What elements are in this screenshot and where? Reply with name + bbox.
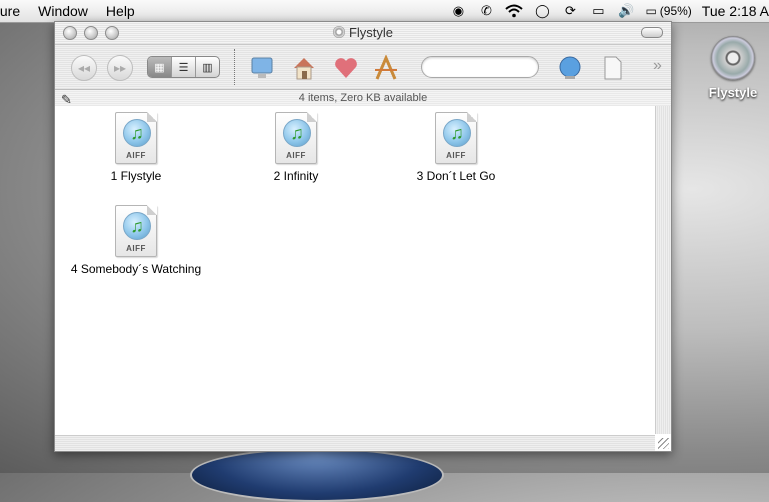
file-item[interactable]: ♫ AIFF 4 Somebody´s Watching	[56, 205, 216, 276]
search-field[interactable]	[421, 56, 539, 78]
view-switcher: ▦ ☰ ▥	[147, 56, 220, 78]
home-button[interactable]	[289, 53, 319, 83]
desktop-disk[interactable]: Flystyle	[703, 36, 763, 100]
back-icon: ◂◂	[77, 61, 91, 75]
heart-icon	[335, 58, 357, 78]
eject-icon[interactable]: ◉	[449, 3, 467, 19]
toolbar-separator	[234, 49, 235, 85]
file-item[interactable]: ♫ AIFF 1 Flystyle	[56, 112, 216, 183]
menu-window[interactable]: Window	[29, 3, 97, 19]
music-note-icon: ♫	[123, 212, 151, 240]
aiff-file-icon: ♫ AIFF	[275, 112, 317, 164]
wifi-icon[interactable]	[505, 3, 524, 19]
volume-icon[interactable]: 🔊	[617, 3, 635, 19]
status-text: 4 items, Zero KB available	[298, 92, 428, 104]
battery-percent: (95%)	[659, 4, 692, 18]
file-name: 4 Somebody´s Watching	[70, 262, 202, 276]
menu-bar: ture Window Help ◉ ✆ ◯ ⟳ ▭ 🔊 ▭ (95%) Tue…	[0, 0, 769, 23]
page-fold	[147, 112, 157, 122]
page-fold	[147, 205, 157, 215]
applications-icon	[375, 55, 397, 80]
file-name: 3 Don´t Let Go	[416, 169, 496, 183]
aiff-file-icon: ♫ AIFF	[115, 205, 157, 257]
toolbar-toggle-button[interactable]	[641, 27, 663, 38]
desktop-disk-label: Flystyle	[708, 85, 758, 100]
bubble-icon[interactable]: ◯	[533, 3, 551, 19]
file-name: 1 Flystyle	[110, 169, 162, 183]
sync-icon[interactable]: ⟳	[561, 3, 579, 19]
battery-status[interactable]: ▭ (95%)	[645, 4, 691, 18]
file-item[interactable]: ♫ AIFF 2 Infinity	[216, 112, 376, 183]
aiff-file-icon: ♫ AIFF	[115, 112, 157, 164]
page-fold	[467, 112, 477, 122]
menu-picture[interactable]: ture	[0, 3, 29, 19]
window-title-wrap: Flystyle	[55, 25, 671, 40]
file-area: ♫ AIFF 1 Flystyle ♫ AIFF 2 Infinity ♫ AI…	[55, 106, 655, 434]
computer-icon	[251, 57, 273, 78]
music-note-icon: ♫	[443, 119, 471, 147]
cd-icon	[332, 26, 345, 38]
menu-help[interactable]: Help	[97, 3, 144, 19]
favorites-button[interactable]	[331, 53, 361, 83]
desktop-decoration	[190, 448, 444, 502]
vertical-scrollbar[interactable]	[655, 106, 671, 434]
back-button[interactable]: ◂◂	[71, 55, 97, 81]
column-view-button[interactable]: ▥	[195, 57, 219, 77]
music-note-icon: ♫	[123, 119, 151, 147]
cd-icon	[711, 36, 755, 80]
toolbar: ◂◂ ▸▸ ▦ ☰ ▥ »	[55, 45, 671, 90]
aiff-file-icon: ♫ AIFF	[435, 112, 477, 164]
horizontal-scrollbar[interactable]	[55, 435, 655, 451]
globe-icon	[559, 56, 581, 79]
file-type-label: AIFF	[126, 244, 146, 253]
forward-button[interactable]: ▸▸	[107, 55, 133, 81]
window-title: Flystyle	[348, 25, 394, 40]
file-type-label: AIFF	[126, 151, 146, 160]
file-type-label: AIFF	[446, 151, 466, 160]
document-icon	[604, 56, 622, 80]
file-item[interactable]: ♫ AIFF 3 Don´t Let Go	[376, 112, 536, 183]
computer-button[interactable]	[247, 53, 277, 83]
phone-icon[interactable]: ✆	[477, 3, 495, 19]
file-name: 2 Infinity	[273, 169, 319, 183]
applications-button[interactable]	[371, 53, 401, 83]
network-button[interactable]	[555, 53, 585, 83]
file-type-label: AIFF	[286, 151, 306, 160]
display-icon[interactable]: ▭	[589, 3, 607, 19]
list-view-button[interactable]: ☰	[171, 57, 195, 77]
forward-icon: ▸▸	[113, 61, 127, 75]
resize-grip-icon[interactable]	[658, 438, 669, 449]
page-fold	[307, 112, 317, 122]
home-icon	[294, 58, 314, 80]
toolbar-overflow-icon[interactable]: »	[653, 57, 662, 75]
menu-clock[interactable]: Tue 2:18 A	[702, 3, 769, 19]
finder-window: Flystyle ◂◂ ▸▸ ▦ ☰ ▥ » ✎ 4 items, Zero K…	[54, 21, 672, 452]
battery-icon: ▭	[645, 4, 657, 18]
document-button[interactable]	[597, 53, 627, 83]
menu-extras: ◉ ✆ ◯ ⟳ ▭ 🔊 ▭ (95%) Tue 2:18 A	[449, 0, 769, 22]
icon-view-button[interactable]: ▦	[148, 57, 171, 77]
title-bar[interactable]: Flystyle	[55, 22, 671, 45]
music-note-icon: ♫	[283, 119, 311, 147]
